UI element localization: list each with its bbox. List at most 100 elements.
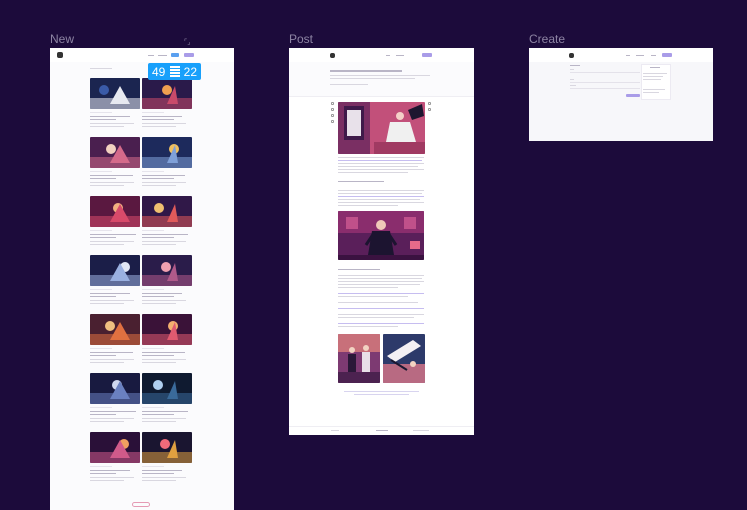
article-title	[142, 296, 174, 297]
frame-new[interactable]	[50, 48, 234, 510]
nav-pill	[171, 53, 179, 57]
article-card[interactable]	[142, 314, 192, 370]
frame-label-new[interactable]: New	[50, 32, 74, 46]
preview-line	[643, 89, 665, 90]
image-caption	[354, 394, 409, 395]
text-line	[338, 296, 408, 297]
article-card[interactable]	[90, 137, 140, 193]
text-line	[338, 275, 424, 276]
share-icon[interactable]	[331, 120, 334, 123]
article-excerpt	[90, 241, 134, 242]
article-card[interactable]	[142, 78, 192, 134]
preview-line	[643, 79, 661, 80]
article-thumbnail	[90, 314, 140, 345]
form-input[interactable]	[570, 72, 640, 73]
text-line	[338, 314, 424, 315]
article-meta	[142, 230, 164, 231]
article-thumbnail	[142, 373, 192, 404]
post-image-3a	[338, 334, 380, 383]
article-thumbnail	[142, 137, 192, 168]
article-card[interactable]	[142, 196, 192, 252]
article-title	[142, 119, 174, 120]
text-line	[338, 181, 384, 182]
article-thumbnail	[142, 314, 192, 345]
text-line	[338, 190, 424, 191]
article-title	[142, 411, 188, 412]
article-card[interactable]	[142, 137, 192, 193]
share-icon[interactable]	[331, 102, 334, 105]
article-excerpt	[90, 480, 124, 481]
counter-right: 22	[183, 64, 197, 79]
article-title	[90, 473, 116, 474]
article-title	[90, 296, 116, 297]
search-bar	[90, 68, 112, 69]
article-thumbnail	[90, 255, 140, 286]
article-title	[90, 293, 130, 294]
share-icon[interactable]	[331, 108, 334, 111]
article-title	[90, 352, 133, 353]
nav-link	[651, 55, 656, 56]
nav-link	[148, 55, 154, 56]
article-card[interactable]	[142, 373, 192, 429]
article-card[interactable]	[142, 432, 192, 488]
mini-header	[50, 48, 234, 62]
form-label	[570, 85, 576, 86]
article-card[interactable]	[90, 432, 140, 488]
frame-label-post[interactable]: Post	[289, 32, 313, 46]
article-title	[90, 119, 116, 120]
article-title	[142, 234, 188, 235]
submit-button[interactable]	[626, 94, 640, 97]
article-thumbnail	[90, 196, 140, 227]
article-meta	[142, 171, 164, 172]
text-line	[338, 193, 422, 194]
post-subtitle	[330, 75, 430, 76]
article-card[interactable]	[90, 255, 140, 311]
article-title	[142, 473, 174, 474]
nav-link	[158, 55, 167, 56]
article-card[interactable]	[90, 373, 140, 429]
text-line	[338, 317, 414, 318]
article-meta	[142, 289, 164, 290]
article-excerpt	[90, 362, 124, 363]
article-excerpt	[142, 480, 176, 481]
text-line	[338, 326, 398, 327]
footer-divider	[289, 426, 474, 427]
frame-post[interactable]	[289, 48, 474, 435]
text-line	[338, 281, 424, 282]
article-meta	[90, 171, 112, 172]
load-more-button[interactable]	[132, 502, 150, 507]
nav-link	[636, 55, 644, 56]
article-card[interactable]	[142, 255, 192, 311]
article-title	[90, 411, 136, 412]
article-thumbnail	[142, 255, 192, 286]
text-line	[338, 157, 424, 158]
frame-label-create[interactable]: Create	[529, 32, 565, 46]
article-card[interactable]	[90, 196, 140, 252]
article-excerpt	[90, 126, 124, 127]
frame-create[interactable]	[529, 48, 713, 141]
article-card[interactable]	[90, 314, 140, 370]
article-title	[142, 355, 174, 356]
article-card[interactable]	[90, 78, 140, 134]
article-meta	[90, 348, 112, 349]
post-image-3b	[383, 334, 425, 383]
divider	[289, 96, 474, 97]
share-icon[interactable]	[428, 108, 431, 111]
article-excerpt	[142, 185, 176, 186]
article-excerpt	[142, 126, 176, 127]
form-label	[570, 69, 574, 70]
article-meta	[90, 289, 112, 290]
article-excerpt	[142, 241, 186, 242]
article-thumbnail	[142, 196, 192, 227]
share-icon[interactable]	[331, 114, 334, 117]
post-meta	[330, 84, 368, 85]
share-icon[interactable]	[428, 102, 431, 105]
article-excerpt	[90, 359, 134, 360]
article-meta	[142, 348, 164, 349]
text-line	[338, 172, 408, 173]
form-input[interactable]	[570, 82, 640, 83]
form-input[interactable]	[570, 88, 640, 89]
distribute-spacing-icon	[169, 66, 180, 77]
image-caption	[344, 391, 419, 392]
article-excerpt	[90, 477, 134, 478]
